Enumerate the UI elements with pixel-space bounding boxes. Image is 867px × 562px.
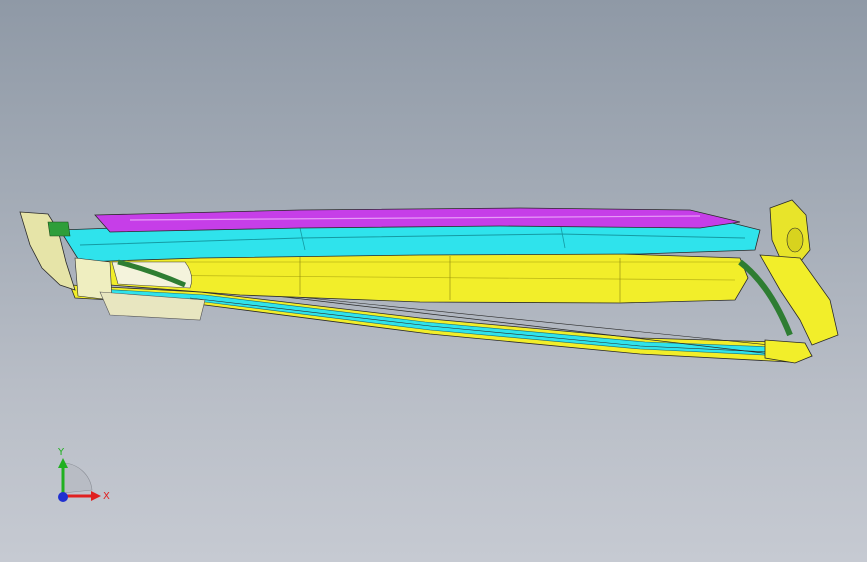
graphics-viewport[interactable]: Y X [0, 0, 867, 562]
x-axis-label: X [103, 491, 110, 502]
y-axis-label: Y [57, 447, 65, 458]
z-axis-dot [58, 492, 68, 502]
x-axis-arrow [91, 491, 101, 501]
orientation-triad[interactable]: Y X [0, 0, 867, 562]
